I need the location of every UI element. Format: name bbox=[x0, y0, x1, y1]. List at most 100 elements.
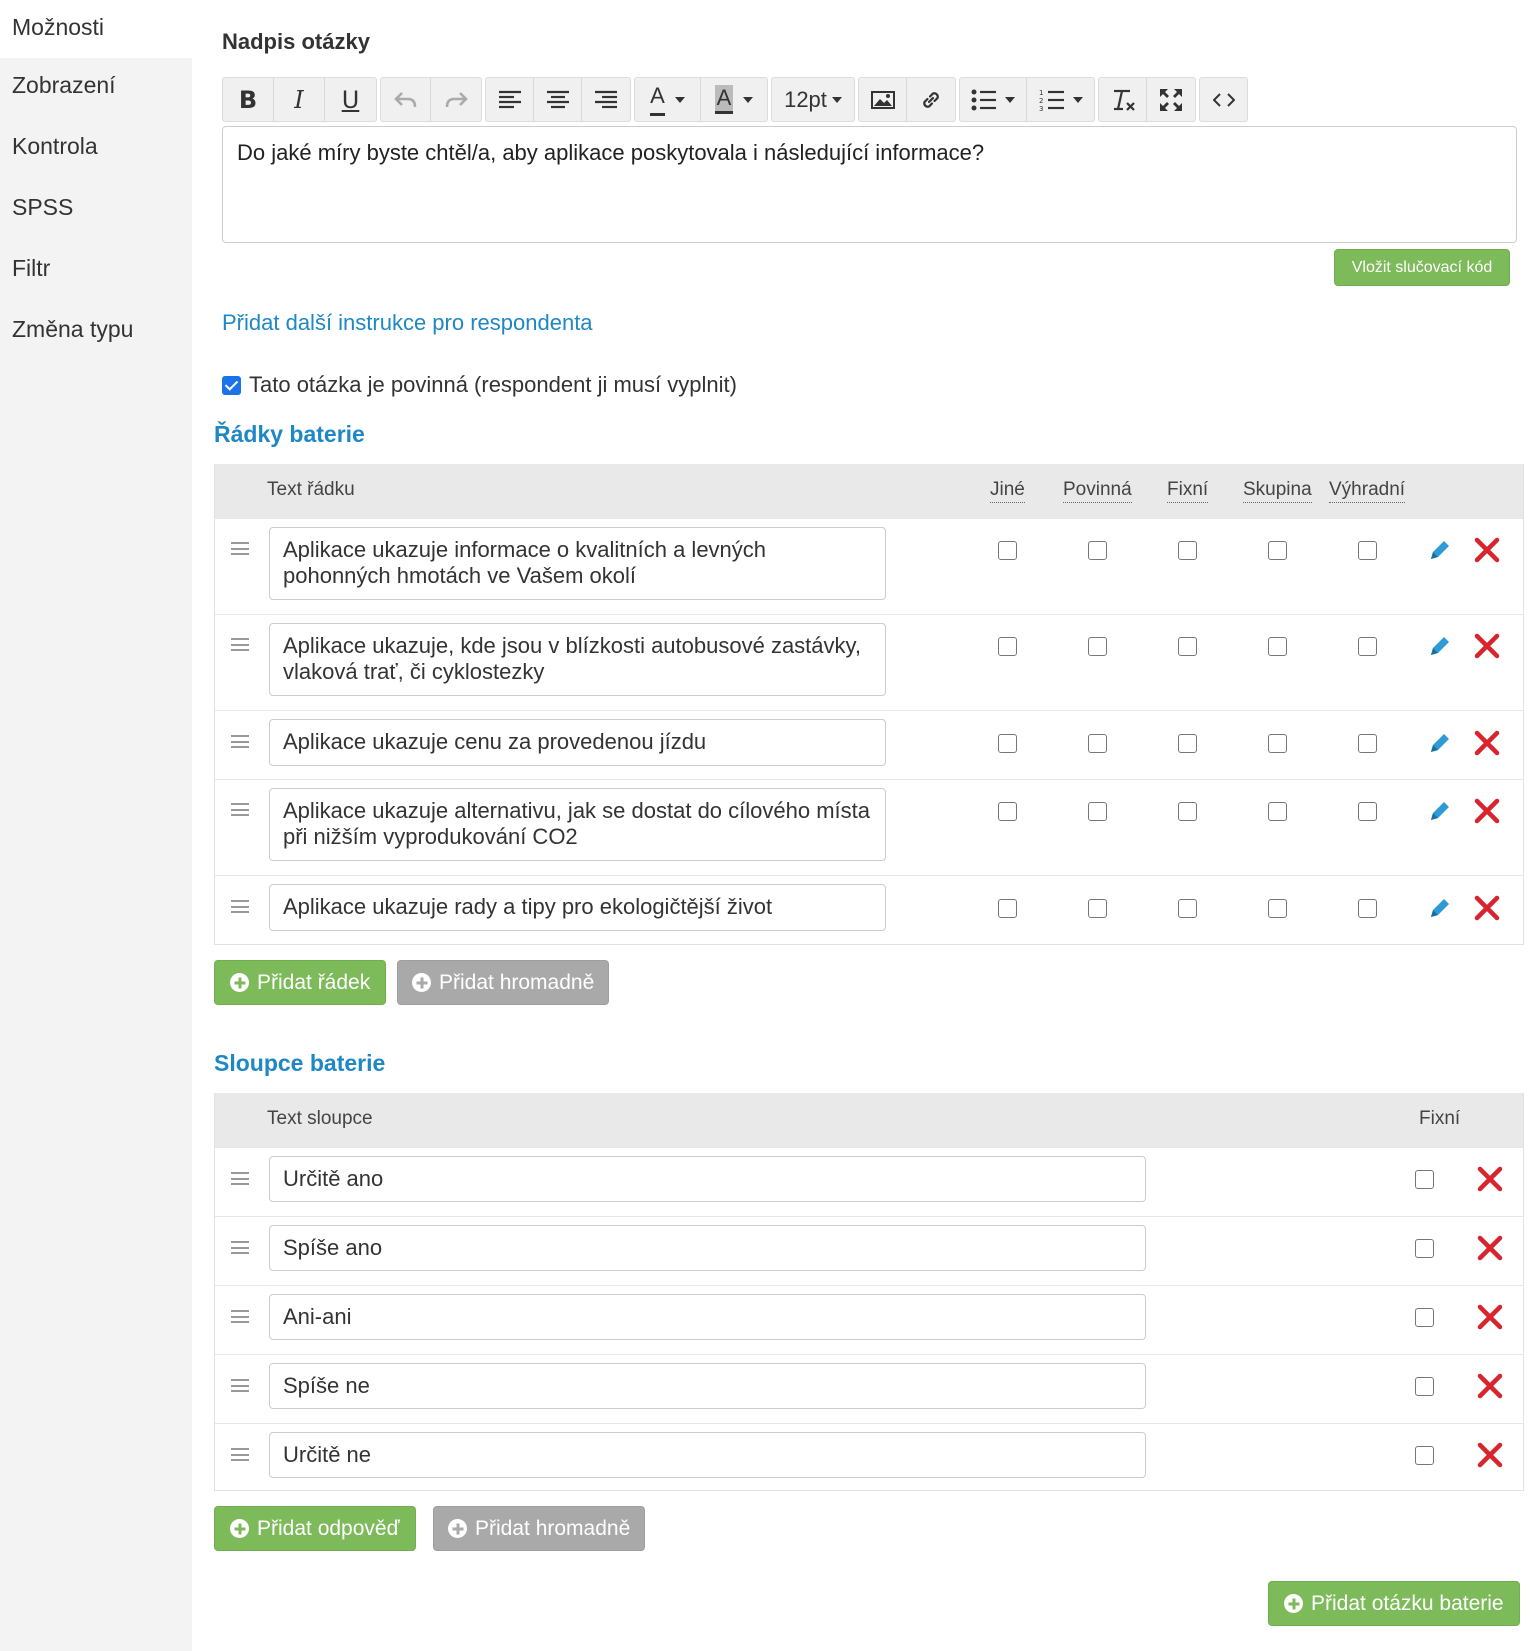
row-text-input[interactable]: Aplikace ukazuje cenu za provedenou jízd… bbox=[269, 719, 886, 766]
exclusive-checkbox[interactable] bbox=[1358, 734, 1377, 753]
other-checkbox[interactable] bbox=[998, 899, 1017, 918]
fixed-checkbox[interactable] bbox=[1415, 1170, 1434, 1189]
font-color-button[interactable]: A bbox=[635, 78, 701, 121]
add-instructions-link[interactable]: Přidat další instrukce pro respondenta bbox=[222, 310, 593, 336]
delete-icon[interactable] bbox=[1477, 1166, 1503, 1192]
group-checkbox[interactable] bbox=[1268, 734, 1287, 753]
question-text-editor[interactable]: Do jaké míry byste chtěl/a, aby aplikace… bbox=[222, 126, 1517, 243]
bold-button[interactable]: B bbox=[223, 78, 274, 121]
delete-icon[interactable] bbox=[1477, 1373, 1503, 1399]
exclusive-checkbox[interactable] bbox=[1358, 541, 1377, 560]
redo-button[interactable] bbox=[431, 78, 481, 121]
align-center-button[interactable] bbox=[534, 78, 582, 121]
other-checkbox[interactable] bbox=[998, 802, 1017, 821]
drag-handle-icon[interactable] bbox=[231, 1241, 249, 1254]
fixed-checkbox[interactable] bbox=[1178, 899, 1197, 918]
fixed-checkbox[interactable] bbox=[1178, 734, 1197, 753]
drag-handle-icon[interactable] bbox=[231, 1310, 249, 1323]
exclusive-checkbox[interactable] bbox=[1358, 802, 1377, 821]
fullscreen-button[interactable] bbox=[1147, 78, 1195, 121]
exclusive-checkbox[interactable] bbox=[1358, 899, 1377, 918]
bullet-list-button[interactable] bbox=[960, 78, 1027, 121]
exclusive-checkbox[interactable] bbox=[1358, 637, 1377, 656]
pencil-icon[interactable] bbox=[1427, 798, 1453, 824]
add-answer-button[interactable]: Přidat odpověď bbox=[214, 1506, 416, 1551]
required-checkbox[interactable] bbox=[1088, 802, 1107, 821]
sidebar-item-spss[interactable]: SPSS bbox=[0, 180, 192, 241]
delete-icon[interactable] bbox=[1477, 1235, 1503, 1261]
font-size-select[interactable]: 12pt bbox=[772, 78, 854, 121]
align-right-icon bbox=[594, 90, 617, 108]
drag-handle-icon[interactable] bbox=[231, 735, 249, 748]
drag-handle-icon[interactable] bbox=[231, 542, 249, 555]
sidebar-item-moznosti[interactable]: Možnosti bbox=[0, 0, 192, 61]
fixed-checkbox[interactable] bbox=[1415, 1446, 1434, 1465]
group-checkbox[interactable] bbox=[1268, 899, 1287, 918]
other-checkbox[interactable] bbox=[998, 541, 1017, 560]
required-checkbox[interactable] bbox=[1088, 734, 1107, 753]
column-text-input[interactable]: Spíše ano bbox=[269, 1225, 1146, 1271]
italic-button[interactable]: I bbox=[274, 78, 325, 121]
required-checkbox[interactable] bbox=[1088, 899, 1107, 918]
undo-button[interactable] bbox=[381, 78, 432, 121]
row-text-input[interactable]: Aplikace ukazuje informace o kvalitních … bbox=[269, 527, 886, 600]
other-checkbox[interactable] bbox=[998, 734, 1017, 753]
insert-merge-code-button[interactable]: Vložit slučovací kód bbox=[1334, 249, 1510, 286]
delete-icon[interactable] bbox=[1474, 895, 1500, 921]
source-code-button[interactable] bbox=[1200, 78, 1247, 121]
column-text-input[interactable]: Určitě ano bbox=[269, 1156, 1146, 1202]
delete-icon[interactable] bbox=[1474, 633, 1500, 659]
pencil-icon[interactable] bbox=[1427, 537, 1453, 563]
delete-icon[interactable] bbox=[1477, 1442, 1503, 1468]
drag-handle-icon[interactable] bbox=[231, 803, 249, 816]
delete-icon[interactable] bbox=[1477, 1304, 1503, 1330]
fixed-checkbox[interactable] bbox=[1415, 1308, 1434, 1327]
table-row: Aplikace ukazuje informace o kvalitních … bbox=[215, 518, 1523, 614]
other-checkbox[interactable] bbox=[998, 637, 1017, 656]
insert-link-button[interactable] bbox=[907, 78, 955, 121]
drag-handle-icon[interactable] bbox=[231, 638, 249, 651]
delete-icon[interactable] bbox=[1474, 537, 1500, 563]
column-text-input[interactable]: Ani-ani bbox=[269, 1294, 1146, 1340]
sidebar-item-zobrazeni[interactable]: Zobrazení bbox=[0, 58, 192, 119]
group-checkbox[interactable] bbox=[1268, 541, 1287, 560]
row-text-input[interactable]: Aplikace ukazuje alternativu, jak se dos… bbox=[269, 788, 886, 861]
fixed-checkbox[interactable] bbox=[1415, 1377, 1434, 1396]
clear-format-button[interactable] bbox=[1099, 78, 1148, 121]
insert-image-button[interactable] bbox=[859, 78, 908, 121]
delete-icon[interactable] bbox=[1474, 798, 1500, 824]
align-right-button[interactable] bbox=[582, 78, 630, 121]
align-left-button[interactable] bbox=[486, 78, 535, 121]
add-rows-bulk-button[interactable]: Přidat hromadně bbox=[397, 960, 610, 1005]
fixed-checkbox[interactable] bbox=[1178, 802, 1197, 821]
fixed-checkbox[interactable] bbox=[1178, 541, 1197, 560]
required-checkbox[interactable] bbox=[1088, 637, 1107, 656]
column-text-input[interactable]: Určitě ne bbox=[269, 1432, 1146, 1478]
delete-icon[interactable] bbox=[1474, 730, 1500, 756]
drag-handle-icon[interactable] bbox=[231, 900, 249, 913]
sidebar-item-kontrola[interactable]: Kontrola bbox=[0, 119, 192, 180]
underline-button[interactable]: U bbox=[325, 78, 376, 121]
fixed-checkbox[interactable] bbox=[1178, 637, 1197, 656]
add-answers-bulk-button[interactable]: Přidat hromadně bbox=[433, 1506, 646, 1551]
add-battery-question-button[interactable]: Přidat otázku baterie bbox=[1268, 1581, 1520, 1626]
fixed-checkbox[interactable] bbox=[1415, 1239, 1434, 1258]
pencil-icon[interactable] bbox=[1427, 895, 1453, 921]
drag-handle-icon[interactable] bbox=[231, 1379, 249, 1392]
pencil-icon[interactable] bbox=[1427, 633, 1453, 659]
required-checkbox[interactable] bbox=[1088, 541, 1107, 560]
sidebar-item-filtr[interactable]: Filtr bbox=[0, 241, 192, 302]
drag-handle-icon[interactable] bbox=[231, 1448, 249, 1461]
row-text-input[interactable]: Aplikace ukazuje rady a tipy pro ekologi… bbox=[269, 884, 886, 931]
numbered-list-button[interactable]: 123 bbox=[1027, 78, 1094, 121]
add-row-button[interactable]: Přidat řádek bbox=[214, 960, 387, 1005]
group-checkbox[interactable] bbox=[1268, 637, 1287, 656]
group-checkbox[interactable] bbox=[1268, 802, 1287, 821]
sidebar-item-zmena-typu[interactable]: Změna typu bbox=[0, 302, 192, 363]
background-color-button[interactable]: A bbox=[701, 78, 767, 121]
pencil-icon[interactable] bbox=[1427, 730, 1453, 756]
column-text-input[interactable]: Spíše ne bbox=[269, 1363, 1146, 1409]
drag-handle-icon[interactable] bbox=[231, 1172, 249, 1185]
row-text-input[interactable]: Aplikace ukazuje, kde jsou v blízkosti a… bbox=[269, 623, 886, 696]
required-checkbox[interactable] bbox=[222, 375, 241, 395]
